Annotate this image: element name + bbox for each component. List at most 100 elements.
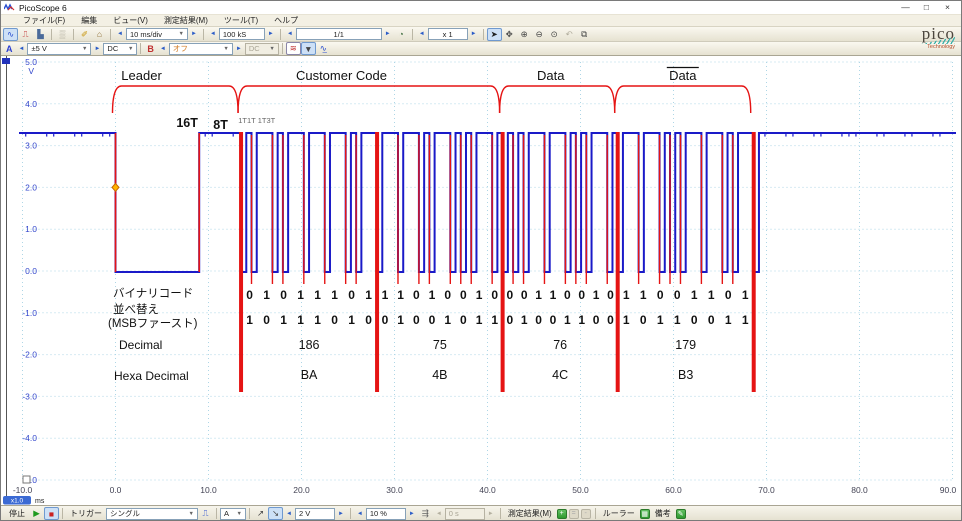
binary-digit: 0 [491,288,498,302]
chevron-down-icon: ▼ [179,31,184,37]
ruler-label: ルーラー [599,508,639,519]
pico-logo: pico Technology [891,26,955,50]
trigger-mode-select[interactable]: シングル ▼ [106,508,198,520]
trigger-level-down-button[interactable]: ◄ [283,507,295,520]
zoom-next-button[interactable]: ► [468,28,480,41]
menu-view[interactable]: ビュー(V) [105,15,156,26]
channel-a-axis-handle[interactable] [2,58,10,64]
ruler-legend-button[interactable]: ▦ [640,509,650,519]
timebase-prev-button[interactable]: ◄ [114,28,126,41]
binary-digit: 1 [535,288,542,302]
zoom-out-tool-button[interactable]: ⊖ [532,28,547,41]
trigger-delay-icon-button[interactable]: ⇶ [418,507,433,520]
rising-edge-button[interactable]: ↗ [253,507,268,520]
section-label: Leader [121,68,162,83]
channel-b-button[interactable]: B [144,44,157,54]
pretrigger-input[interactable]: 10 % [366,508,406,520]
channel-a-coupling-select[interactable]: DC ▼ [103,43,137,55]
binary-digit-msb: 0 [593,313,600,327]
channel-a-button[interactable]: A [3,44,16,54]
binary-digit-msb: 0 [708,313,715,327]
probe-wizard-button[interactable]: ✐ [77,28,92,41]
persistence-mode-button[interactable]: ▙ [33,28,48,41]
channel-b-range-next-button[interactable]: ► [233,42,245,55]
binary-digit-msb: 0 [506,313,513,327]
delay-up-button[interactable]: ► [485,507,497,520]
waveform-buffer-button[interactable]: ▒ [55,28,70,41]
scope-view[interactable]: LeaderCustomer CodeDataData16T8T1T1T 1T3… [1,56,962,505]
maximize-button[interactable]: □ [916,1,937,14]
pan-tool-button[interactable]: ✥ [502,28,517,41]
x-axis-unit-label: ms [35,498,45,505]
buffer-page-input[interactable]: 1/1 [296,28,382,40]
binary-digit-msb: 1 [623,313,630,327]
zoom-in-tool-button[interactable]: ⊕ [517,28,532,41]
demo-signals-dropdown-button[interactable]: ▼ [301,42,316,55]
section-label: Data [669,68,697,83]
add-measurement-button[interactable]: + [557,509,567,519]
samples-prev-button[interactable]: ◄ [207,28,219,41]
edit-measurement-button[interactable]: = [569,509,579,519]
buffer-navigator-button[interactable]: ◔ [394,28,409,41]
zoom-prev-button[interactable]: ◄ [416,28,428,41]
binary-digit-msb: 1 [348,313,355,327]
bit-timing-label: 1T1T 1T3T [238,116,275,125]
run-button[interactable]: ▶ [29,507,44,520]
timebase-select[interactable]: 10 ms/div ▼ [126,28,188,40]
channel-b-coupling-select[interactable]: DC ▼ [245,43,279,55]
chevron-down-icon: ▼ [189,511,194,517]
scope-mode-button[interactable]: ∿ [3,28,18,41]
binary-digit-msb: 1 [297,313,304,327]
channel-a-range-select[interactable]: ±5 V ▼ [27,43,91,55]
page-next-button[interactable]: ► [382,28,394,41]
pretrigger-down-button[interactable]: ◄ [354,507,366,520]
trigger-marker [112,183,119,191]
axis-offset-handle[interactable] [23,476,30,483]
menu-measurements[interactable]: 測定結果(M) [156,15,216,26]
delay-down-button[interactable]: ◄ [433,507,445,520]
channel-a-range-prev-button[interactable]: ◄ [16,42,28,55]
zoom-factor-input[interactable]: x 1 [428,28,468,40]
y-tick-label: -1.0 [22,308,37,318]
undo-zoom-button[interactable]: ↶ [562,28,577,41]
minimize-button[interactable]: — [895,1,916,14]
spectrum-mode-button[interactable]: ⎍ [18,28,33,41]
trigger-level-input[interactable]: 2 V [295,508,335,520]
menu-tools[interactable]: ツール(T) [216,15,266,26]
timebase-next-button[interactable]: ► [188,28,200,41]
home-settings-button[interactable]: ⌂ [92,28,107,41]
channel-b-range-select[interactable]: オフ ▼ [169,43,233,55]
notes-button[interactable]: ✎ [676,509,686,519]
binary-digit-msb: 1 [476,313,483,327]
awg-button[interactable]: ∿̲ [316,42,331,55]
channel-a-range-next-button[interactable]: ► [91,42,103,55]
samples-input[interactable]: 100 kS [219,28,265,40]
advanced-trigger-button[interactable]: ⎍ [198,507,213,520]
menu-help[interactable]: ヘルプ [266,15,306,26]
binary-digit-msb: 1 [725,313,732,327]
marquee-zoom-button[interactable]: ⧉ [577,28,592,41]
falling-edge-button[interactable]: ↘ [268,507,283,520]
pointer-tool-button[interactable]: ➤ [487,28,502,41]
x-tick-label: 30.0 [386,485,403,495]
stop-button[interactable]: ■ [44,507,59,520]
binary-digit: 1 [640,288,647,302]
binary-digit: 0 [280,288,287,302]
page-prev-button[interactable]: ◄ [284,28,296,41]
menu-edit[interactable]: 編集 [73,15,105,26]
demo-signals-button[interactable]: ≋ [286,42,301,55]
x-tick-label: 20.0 [293,485,310,495]
samples-next-button[interactable]: ► [265,28,277,41]
decimal-value: 179 [675,338,696,352]
delete-measurement-button[interactable]: - [581,509,591,519]
pretrigger-up-button[interactable]: ► [406,507,418,520]
channel-b-range-prev-button[interactable]: ◄ [157,42,169,55]
trigger-level-up-button[interactable]: ► [335,507,347,520]
zoom-full-tool-button[interactable]: ⊙ [547,28,562,41]
y-tick-label: -4.0 [22,433,37,443]
delay-input[interactable]: 0 s [445,508,485,520]
menu-file[interactable]: ファイル(F) [15,15,73,26]
binary-digit-msb: 1 [742,313,749,327]
close-button[interactable]: × [937,1,958,14]
trigger-source-select[interactable]: A ▼ [220,508,246,520]
